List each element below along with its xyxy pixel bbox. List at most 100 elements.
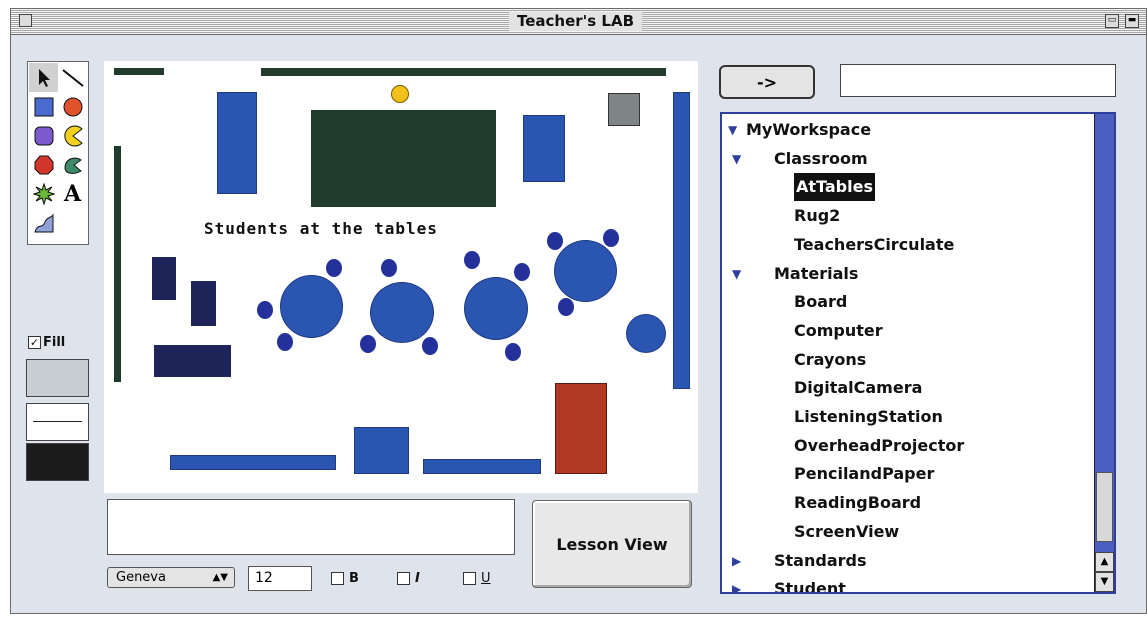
top-wall[interactable] [261,68,666,76]
chair[interactable] [547,232,563,250]
lesson-view-button[interactable]: Lesson View [532,500,692,588]
bookshelf-left[interactable] [217,92,257,194]
wall-segment[interactable] [114,68,164,75]
chair[interactable] [381,259,397,277]
go-button[interactable]: -> [719,65,815,99]
table-3[interactable] [464,277,528,340]
fill-label: Fill [43,335,66,350]
tree-item-label: Board [794,292,848,312]
bold-checkbox[interactable]: B [331,571,359,586]
line-tool[interactable] [58,63,87,92]
scroll-thumb[interactable] [1096,472,1113,542]
underline-checkbox[interactable]: U [463,571,491,586]
pointer-icon [38,68,50,87]
arc-icon [63,125,83,146]
arc-tool[interactable] [58,121,87,150]
oval-tool[interactable] [58,92,87,121]
teacher-desk[interactable] [154,345,231,377]
chair[interactable] [277,333,293,351]
font-name: Geneva [116,570,166,585]
tree-item-label: Crayons [794,349,867,369]
classroom-canvas[interactable]: Students at the tables [104,61,698,493]
rectangle-tool[interactable] [29,92,58,121]
scroll-down-arrow[interactable]: ▼ [1095,572,1114,592]
chair[interactable] [558,298,574,316]
tree-item-label: AtTables [794,173,875,202]
tree-item-label: Classroom [774,148,868,168]
chair[interactable] [422,337,438,355]
canvas-caption: Students at the tables [204,219,438,238]
tree-item-label: TeachersCirculate [794,234,955,254]
chair[interactable] [326,259,342,277]
chair[interactable] [514,263,530,281]
disclosure-collapsed-icon[interactable]: ▶ [732,547,741,575]
table-2[interactable] [370,282,434,343]
disclosure-expanded-icon[interactable]: ▼ [732,145,741,173]
text-a-icon: A [63,180,82,207]
tree-item-label: Computer [794,320,883,340]
scroll-up-arrow[interactable]: ▲ [1095,552,1114,572]
font-popup-menu[interactable]: Geneva ▲▼ [107,567,235,588]
listening-station[interactable] [354,427,409,474]
desk-small-1[interactable] [152,257,176,300]
tree-item-label: PencilandPaper [794,464,935,484]
arrow-tool[interactable] [29,63,58,92]
disclosure-expanded-icon[interactable]: ▼ [728,116,737,144]
freeform-shape-icon [63,157,82,174]
vertical-scrollbar[interactable]: ▲ ▼ [1094,114,1114,592]
fill-checkbox[interactable]: ✓ Fill [28,335,65,350]
starburst-tool[interactable] [29,179,58,208]
italic-checkbox[interactable]: I [397,571,420,586]
tree-item-label: Materials [774,263,859,283]
cabinet[interactable] [523,115,565,182]
teacher-marker[interactable] [391,85,409,103]
pencil-curve-tool[interactable] [29,208,58,237]
left-wall[interactable] [114,146,121,382]
window-title: Teacher's LAB [509,12,643,31]
chair[interactable] [360,335,376,353]
disclosure-expanded-icon[interactable]: ▼ [732,260,741,288]
table-1[interactable] [280,275,343,338]
app-window: Teacher's LAB ▭ ▬ A ✓ Fill Students at t… [10,8,1147,614]
chair[interactable] [603,229,619,247]
line-style-swatch[interactable] [26,403,89,441]
tree-item-label: Student [774,579,846,594]
tool-palette: A [27,61,89,245]
title-bar[interactable]: Teacher's LAB ▭ ▬ [11,9,1146,35]
computer[interactable] [608,93,640,126]
zoom-box[interactable]: ▭ [1105,14,1119,28]
navigation-field[interactable] [840,64,1116,97]
rug[interactable] [555,383,607,474]
chair[interactable] [257,301,273,319]
tree-item-label: Standards [774,550,867,570]
polygon-tool[interactable] [29,150,58,179]
bench-left[interactable] [170,455,336,470]
right-shelf[interactable] [673,92,690,389]
rounded-rect-icon [34,126,53,145]
disclosure-collapsed-icon[interactable]: ▶ [732,575,741,592]
pen-color-swatch[interactable] [26,443,89,481]
table-5[interactable] [626,314,666,353]
tree-item-label: DigitalCamera [794,378,923,398]
bold-label: B [349,571,359,586]
tree-item-label: OverheadProjector [794,435,965,455]
collapse-box[interactable]: ▬ [1125,14,1139,28]
fill-color-swatch[interactable] [26,359,89,397]
board[interactable] [311,110,496,207]
rectangle-icon [34,97,53,116]
freeform-tool[interactable] [58,150,87,179]
bench-right[interactable] [423,459,541,474]
font-size-field[interactable]: 12 [248,566,312,591]
desk-small-2[interactable] [191,281,216,326]
table-4[interactable] [554,240,617,302]
notes-textbox[interactable] [107,499,515,555]
bold-check-box [331,572,344,585]
rounded-rect-tool[interactable] [29,121,58,150]
line-sample [33,421,82,422]
text-tool[interactable]: A [58,179,87,208]
close-box[interactable] [19,14,32,27]
italic-check-box [397,572,410,585]
chair[interactable] [505,343,521,361]
chair[interactable] [464,251,480,269]
oval-icon [63,97,82,116]
